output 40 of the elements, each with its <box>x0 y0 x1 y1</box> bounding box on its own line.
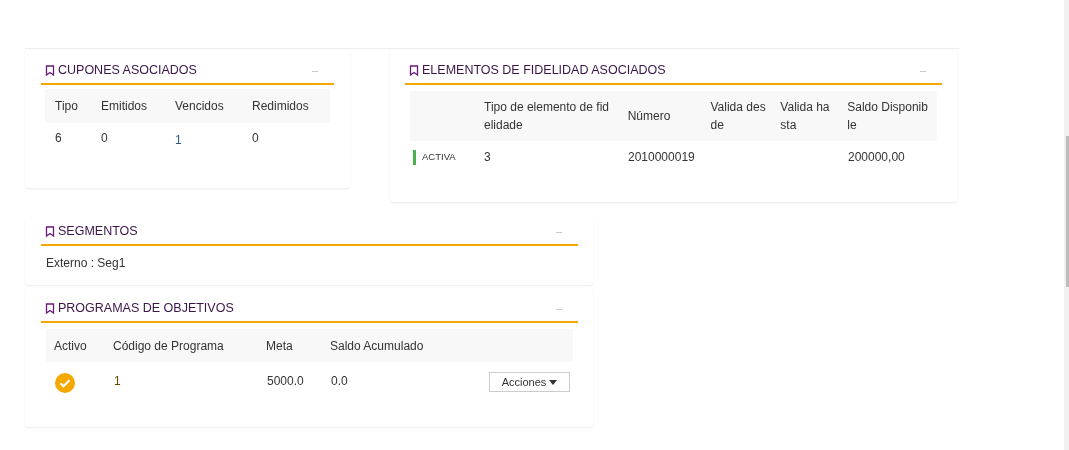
column-header: Emitidos <box>101 99 147 113</box>
bookmark-icon <box>45 302 55 314</box>
collapse-button[interactable]: – <box>555 225 562 237</box>
caret-icon <box>549 379 558 385</box>
table-cell: 5000.0 <box>267 374 304 388</box>
column-header: Código de Programa <box>113 338 224 353</box>
bookmark-icon <box>409 64 419 76</box>
table-cell: 1 <box>114 374 121 388</box>
table-cell: 3 <box>484 150 491 164</box>
table-cell: 2010000019 <box>628 150 695 164</box>
column-header: Saldo Disponible <box>847 100 928 132</box>
table-cell: 0 <box>252 131 259 145</box>
column-header: Redimidos <box>252 99 309 113</box>
column-header: Vencidos <box>175 99 224 113</box>
column-header: Valida hasta <box>780 100 830 132</box>
table-cell: 6 <box>55 131 62 145</box>
collapse-button[interactable]: – <box>311 64 318 76</box>
column-header: Tipo de elemento de fidelidade <box>484 100 609 132</box>
section-title: CUPONES ASOCIADOS <box>58 61 197 79</box>
table-cell: 0.0 <box>331 374 348 388</box>
column-header: Activo <box>54 338 87 353</box>
status-label: ACTIVA <box>422 149 456 164</box>
bookmark-icon <box>45 64 55 76</box>
column-header: Valida desde <box>710 100 766 132</box>
collapse-button[interactable]: – <box>919 64 926 76</box>
segment-text: Externo : Seg1 <box>46 256 126 270</box>
column-header: Meta <box>266 338 293 353</box>
column-header: Saldo Acumulado <box>330 338 424 353</box>
collapse-button[interactable]: – <box>555 302 562 314</box>
section-title: PROGRAMAS DE OBJETIVOS <box>58 299 234 317</box>
bookmark-icon <box>45 225 55 237</box>
section-title: SEGMENTOS <box>58 222 138 240</box>
column-header: Tipo <box>55 99 78 113</box>
column-header: Número <box>627 109 671 123</box>
section-title: ELEMENTOS DE FIDELIDAD ASOCIADOS <box>422 61 666 79</box>
table-cell: 200000,00 <box>848 150 905 164</box>
table-cell: 1 <box>175 133 182 147</box>
scrollbar-thumb[interactable] <box>1066 136 1069 287</box>
table-cell: 0 <box>101 131 108 145</box>
actions-dropdown[interactable]: Acciones <box>489 372 570 392</box>
